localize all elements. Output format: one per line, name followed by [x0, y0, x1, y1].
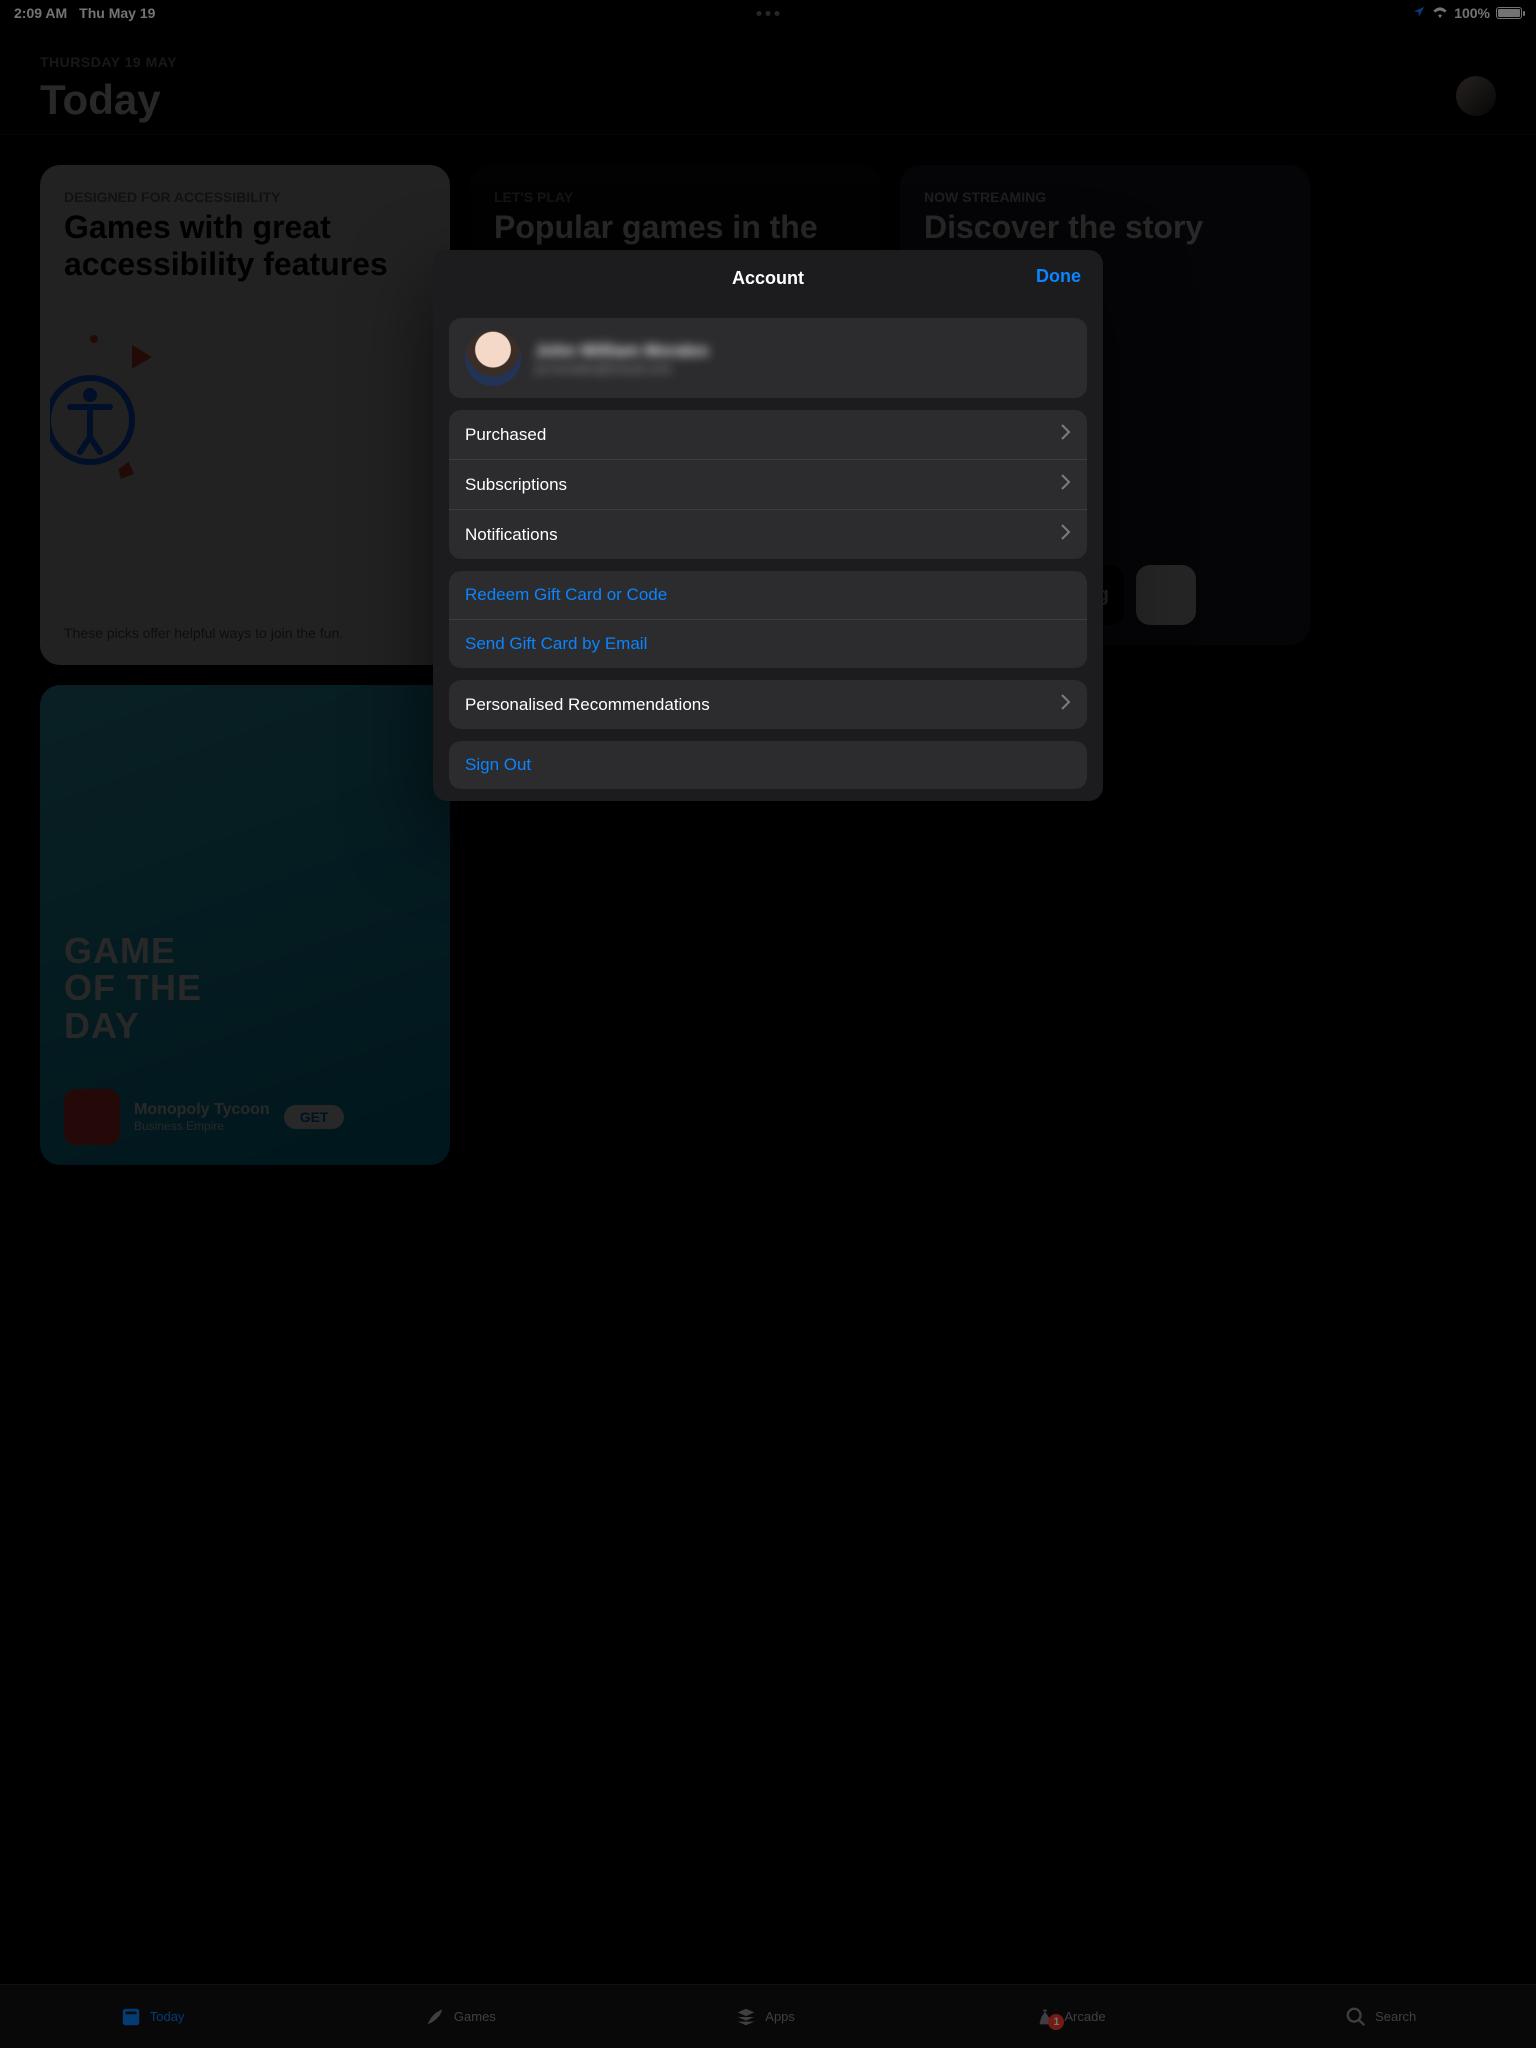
chevron-right-icon [1061, 474, 1071, 495]
subscriptions-row[interactable]: Subscriptions [449, 459, 1087, 509]
personalised-recommendations-row[interactable]: Personalised Recommendations [449, 680, 1087, 729]
sheet-title: Account [732, 268, 804, 289]
done-button[interactable]: Done [1036, 266, 1081, 287]
row-label: Sign Out [465, 755, 531, 775]
profile-avatar-icon [465, 330, 521, 386]
chevron-right-icon [1061, 694, 1071, 715]
notifications-row[interactable]: Notifications [449, 509, 1087, 559]
chevron-right-icon [1061, 524, 1071, 545]
row-label: Purchased [465, 425, 546, 445]
profile-email: jw.morales@icloud.com [535, 361, 709, 376]
profile-name: John William Morales [535, 341, 709, 361]
row-label: Notifications [465, 525, 558, 545]
send-gift-card-row[interactable]: Send Gift Card by Email [449, 619, 1087, 668]
sign-out-row[interactable]: Sign Out [449, 741, 1087, 789]
chevron-right-icon [1061, 424, 1071, 445]
purchased-row[interactable]: Purchased [449, 410, 1087, 459]
row-label: Send Gift Card by Email [465, 634, 647, 654]
row-label: Subscriptions [465, 475, 567, 495]
row-label: Redeem Gift Card or Code [465, 585, 667, 605]
redeem-gift-card-row[interactable]: Redeem Gift Card or Code [449, 571, 1087, 619]
profile-row[interactable]: John William Morales jw.morales@icloud.c… [449, 318, 1087, 398]
account-sheet: Account Done John William Morales jw.mor… [433, 250, 1103, 801]
row-label: Personalised Recommendations [465, 695, 710, 715]
